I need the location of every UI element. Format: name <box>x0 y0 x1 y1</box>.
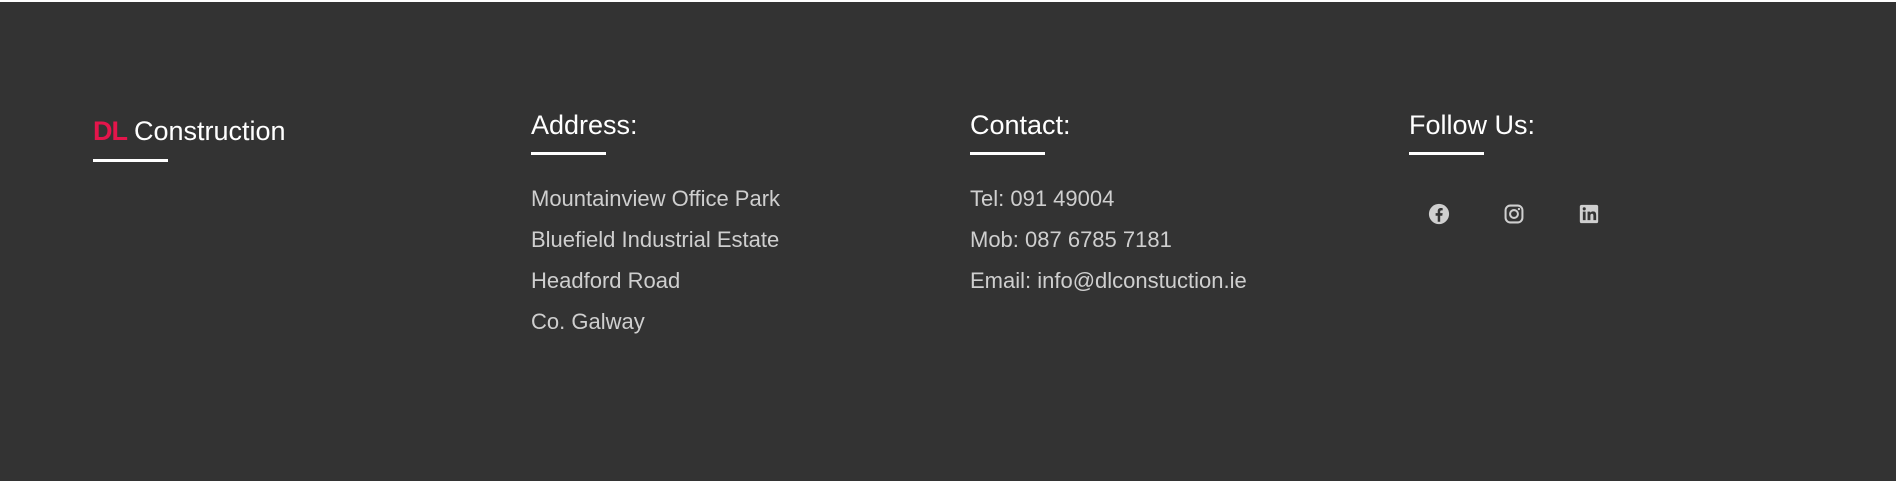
address-heading-underline <box>531 152 606 155</box>
address-line: Bluefield Industrial Estate <box>531 227 780 252</box>
contact-email[interactable]: Email: info@dlconstuction.ie <box>970 266 1247 307</box>
contact-mobile[interactable]: Mob: 087 6785 7181 <box>970 225 1247 266</box>
instagram-icon[interactable] <box>1501 201 1527 227</box>
address-heading: Address: <box>531 110 638 140</box>
follow-heading-underline <box>1409 152 1484 155</box>
facebook-icon[interactable] <box>1426 201 1452 227</box>
logo-mark: DL <box>93 116 128 146</box>
address-lines: Mountainview Office Park Bluefield Indus… <box>531 184 780 348</box>
logo-underline <box>93 159 168 162</box>
contact-heading-underline <box>970 152 1045 155</box>
footer-logo[interactable]: DL Construction <box>93 115 286 147</box>
address-line: Mountainview Office Park <box>531 186 781 211</box>
linkedin-icon[interactable] <box>1576 201 1602 227</box>
contact-phone[interactable]: Tel: 091 49004 <box>970 184 1247 225</box>
contact-lines: Tel: 091 49004 Mob: 087 6785 7181 Email:… <box>970 184 1247 307</box>
address-line: Headford Road <box>531 268 681 293</box>
contact-heading: Contact: <box>970 110 1071 140</box>
logo-text: Construction <box>134 116 286 146</box>
site-footer: DL Construction Address: Mountainview Off… <box>0 2 1896 481</box>
follow-heading: Follow Us: <box>1409 110 1536 140</box>
social-links <box>1426 201 1651 227</box>
address-line: Co. Galway <box>531 309 645 334</box>
